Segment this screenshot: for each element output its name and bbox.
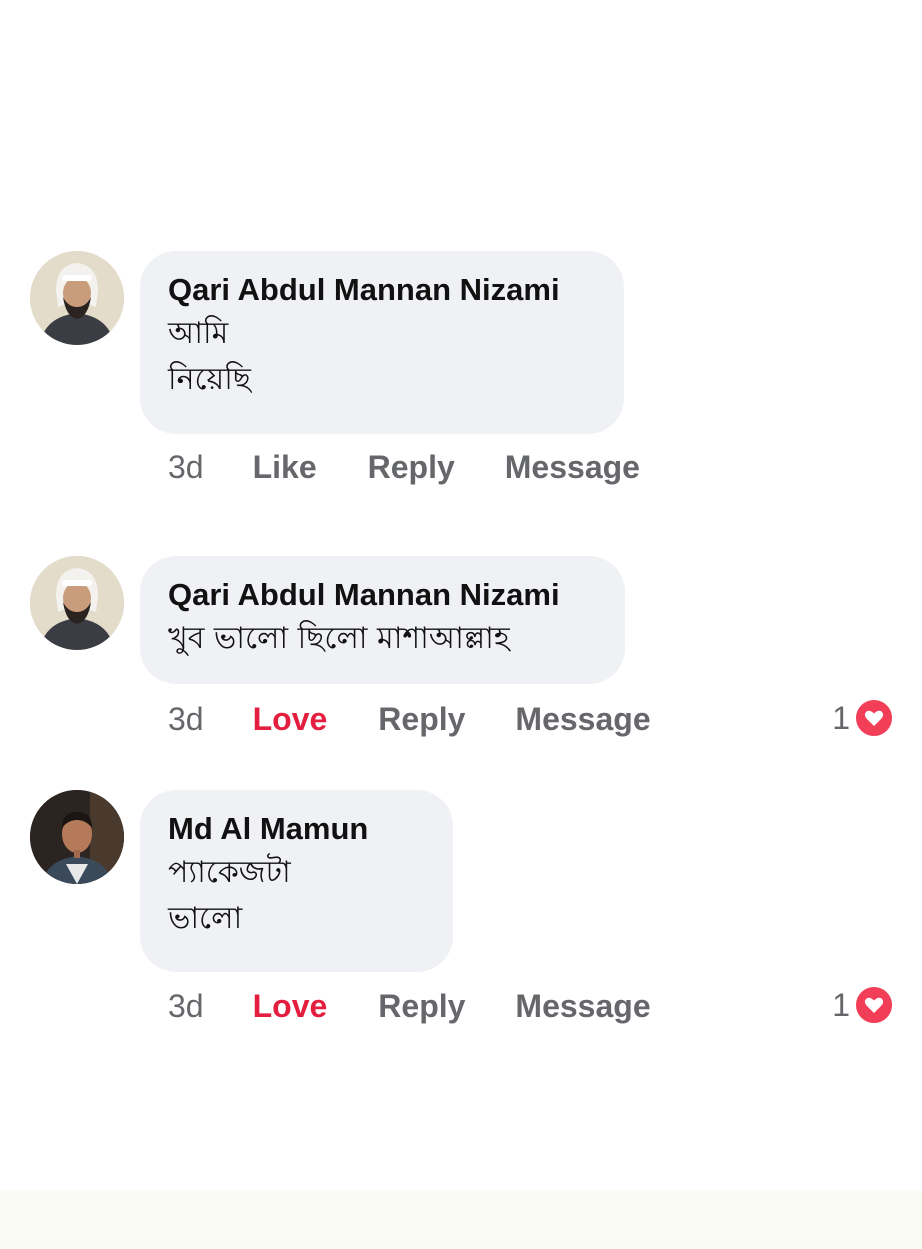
reply-button[interactable]: Reply: [378, 988, 465, 1025]
comment-text-line: ভালো: [168, 901, 243, 936]
comment-actions: 3d Like Reply Message: [168, 449, 640, 486]
like-button[interactable]: Like: [253, 449, 317, 486]
love-button[interactable]: Love: [253, 701, 328, 738]
comment-author[interactable]: Qari Abdul Mannan Nizami: [168, 574, 597, 616]
reaction-summary[interactable]: 1: [832, 985, 894, 1025]
comment-timestamp[interactable]: 3d: [168, 449, 204, 486]
comment-text-line: আমি: [168, 316, 229, 351]
comment-author[interactable]: Qari Abdul Mannan Nizami: [168, 269, 596, 311]
avatar[interactable]: [30, 790, 124, 884]
reaction-count: 1: [832, 699, 850, 736]
heart-icon: [854, 698, 894, 738]
message-button[interactable]: Message: [505, 449, 640, 486]
comment-timestamp[interactable]: 3d: [168, 701, 204, 738]
comment-actions: 3d Love Reply Message: [168, 701, 651, 738]
comment-author[interactable]: Md Al Mamun: [168, 808, 425, 850]
reply-button[interactable]: Reply: [368, 449, 455, 486]
reaction-count: 1: [832, 986, 850, 1023]
comment-bubble: Qari Abdul Mannan Nizami আমি নিয়েছি: [140, 251, 624, 434]
comment-text-line: খুব ভালো ছিলো মাশাআল্লাহ: [168, 621, 510, 656]
reply-button[interactable]: Reply: [378, 701, 465, 738]
comment-bubble: Md Al Mamun প্যাকেজটা ভালো: [140, 790, 453, 972]
reaction-summary[interactable]: 1: [832, 698, 894, 738]
love-button[interactable]: Love: [253, 988, 328, 1025]
comment-timestamp[interactable]: 3d: [168, 988, 204, 1025]
avatar[interactable]: [30, 556, 124, 650]
avatar[interactable]: [30, 251, 124, 345]
comment-bubble: Qari Abdul Mannan Nizami খুব ভালো ছিলো ম…: [140, 556, 625, 684]
message-button[interactable]: Message: [515, 701, 650, 738]
comment-text-line: নিয়েছি: [168, 362, 251, 397]
heart-icon: [854, 985, 894, 1025]
comment-text-line: প্যাকেজটা: [168, 855, 291, 890]
message-button[interactable]: Message: [515, 988, 650, 1025]
bottom-band: [0, 1190, 922, 1249]
comment-actions: 3d Love Reply Message: [168, 988, 651, 1025]
